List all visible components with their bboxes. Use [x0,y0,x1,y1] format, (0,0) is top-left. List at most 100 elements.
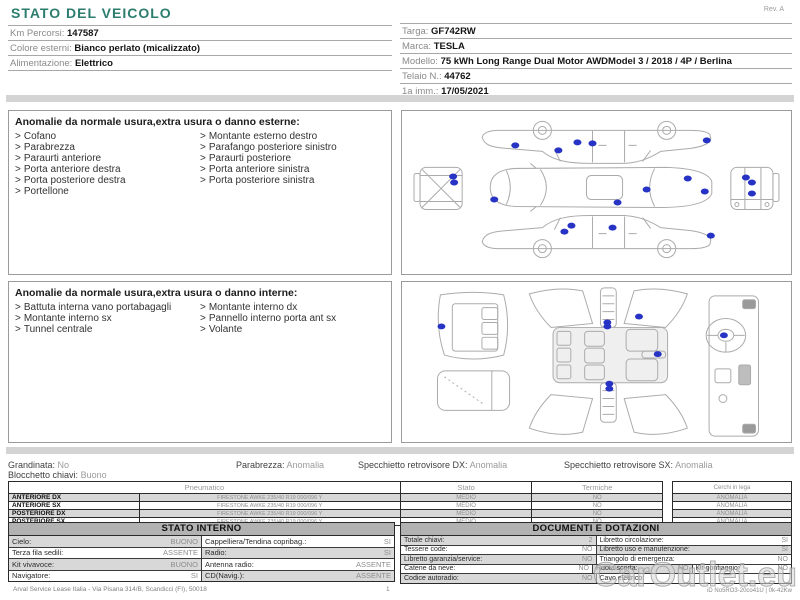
pair-label: Tessere code: [404,546,448,553]
table-row: Catene da neve:NORuota scorta:NOKit gonf… [401,564,791,574]
pair-label: Codice autoradio: [404,575,459,582]
anomaly-list-column: >Montante interno dx>Pannello interno po… [200,302,385,335]
table-row: Codice autoradio:NO Cavo elettrico: [401,573,791,583]
pair-cell: Libretto uso e manutenzione: SI [596,546,792,555]
anomaly-label: Montante esterno destro [209,131,317,142]
damage-dot [573,139,581,145]
info-label: Modello: [402,56,438,67]
pair-label: Libretto uso e manutenzione: [600,546,690,553]
pair-label: Cappelliera/Tendina copribag.: [205,537,306,546]
list-bullet: > [200,302,206,313]
anomaly-label: Porta posteriore destra [24,175,126,186]
list-bullet: > [15,175,21,186]
table-row: Totale chiavi:2Libretto circolazione:SI [401,536,791,545]
pair-value: NO [579,565,590,572]
pair-label: Antenna radio: [205,560,254,569]
damage-dot [511,142,519,148]
alloy-header-row: Cerchi in lega [673,482,791,493]
pair-label: Libretto circolazione: [600,537,664,544]
list-bullet: > [15,186,21,197]
damage-dot [720,332,728,338]
anomaly-label: Parabrezza [24,142,75,153]
anomaly-label: Porta posteriore sinistra [209,175,315,186]
info-label: Alimentazione: [10,58,72,69]
exterior-damage-dots [449,137,756,238]
pair-label: Terza fila sedili: [12,548,63,557]
damage-dot [748,179,756,185]
anomaly-item: >Pannello interno porta ant sx [200,313,365,324]
pair-value: NO [778,556,789,563]
anomaly-item: >Portellone [15,186,180,197]
tyre-spec: FIRESTONE AWKE 235/40 R19 000/096 Y [139,494,400,501]
tyre-position: ANTERIORE SX [9,502,139,509]
info-label: Telaio N.: [402,71,442,82]
info-row: Marca: TESLA [400,39,792,54]
anomaly-list-column: >Cofano>Parabrezza>Paraurti anteriore>Po… [15,131,200,197]
pair-label: Libretto garanzia/service: [404,556,482,563]
anomaly-label: Porta anteriore destra [24,164,121,175]
anomaly-item: >Paraurti posteriore [200,153,365,164]
pair-cell: Catene da neve:NO [401,565,592,574]
info-value: GF742RW [431,26,476,37]
pair-cell: Navigatore:SI [9,571,201,582]
list-bullet: > [15,153,21,164]
tyre-position: ANTERIORE DX [9,494,139,501]
pair-label: Kit vivavoce: [12,560,54,569]
tyre-header-row: PneumaticoStatoTermiche [9,482,662,493]
status-label: Specchietto retrovisore SX: [564,460,673,470]
anomaly-item: >Paraurti anteriore [15,153,180,164]
info-value: 147587 [67,28,99,39]
tyre-winter: NO [531,502,662,509]
list-bullet: > [15,131,21,142]
pair-label: Cielo: [12,537,31,546]
pair-value: SI [384,537,391,546]
pair-value: BUONO [170,537,198,546]
pair-cell: Antenna radio: ASSENTE [201,559,394,570]
damage-dot [707,233,715,239]
pair-cell: Radio:SI [201,548,394,559]
info-value: 44762 [444,71,470,82]
alloy-state: ANOMALIA [673,510,791,517]
tyre-row: POSTERIORE DXFIRESTONE AWKE 235/40 R19 0… [9,509,662,517]
list-bullet: > [200,175,206,186]
pair-label: Cavo elettrico: [600,575,645,582]
info-value: Bianco perlato (micalizzato) [74,43,200,54]
status-item: Specchietto retrovisore DX: Anomalia [358,460,507,470]
damage-dot [748,190,756,196]
list-bullet: > [200,131,206,142]
table-header: DOCUMENTI E DOTAZIONI [401,523,791,536]
pair-cell: Codice autoradio:NO [401,574,596,583]
section-divider [6,95,794,102]
pair-value: 2 [589,537,593,544]
alloy-wheels-table: Cerchi in legaANOMALIAANOMALIAANOMALIAAN… [672,481,792,526]
list-bullet: > [200,324,206,335]
pair-cell: Totale chiavi:2 [401,536,596,545]
pair-value: NO [582,546,593,553]
status-value: Anomalia [287,460,325,470]
list-bullet: > [200,164,206,175]
page-number: 1 [386,586,390,593]
status-value: No [58,460,70,470]
pair-cell: CD(Navig.):ASSENTE [201,571,394,582]
list-bullet: > [15,142,21,153]
panel-title: Anomalie da normale usura,extra usura o … [9,282,391,302]
anomaly-item: >Tunnel centrale [15,324,180,335]
info-label: Colore esterni: [10,43,72,54]
alloy-row: ANOMALIA [673,493,791,501]
exterior-anomalies-panel: Anomalie da normale usura,extra usura o … [8,110,392,275]
table-row: Kit vivavoce:BUONOAntenna radio:ASSENTE [9,558,394,570]
damage-dot [603,323,611,329]
damage-dot [635,314,643,320]
alloy-row: ANOMALIA [673,501,791,509]
tyre-header-stato: Stato [400,482,532,493]
pair-value: SI [781,546,788,553]
list-bullet: > [15,164,21,175]
status-item: Blocchetto chiavi: Buono [8,470,107,480]
pair-value: ASSENTE [356,560,391,569]
list-bullet: > [15,313,21,324]
damage-dot [588,140,596,146]
anomaly-item: >Porta anteriore destra [15,164,180,175]
interior-damage-diagram [401,281,792,443]
pair-cell: Ruota scorta:NO [592,565,692,574]
anomaly-item: >Porta posteriore sinistra [200,175,365,186]
